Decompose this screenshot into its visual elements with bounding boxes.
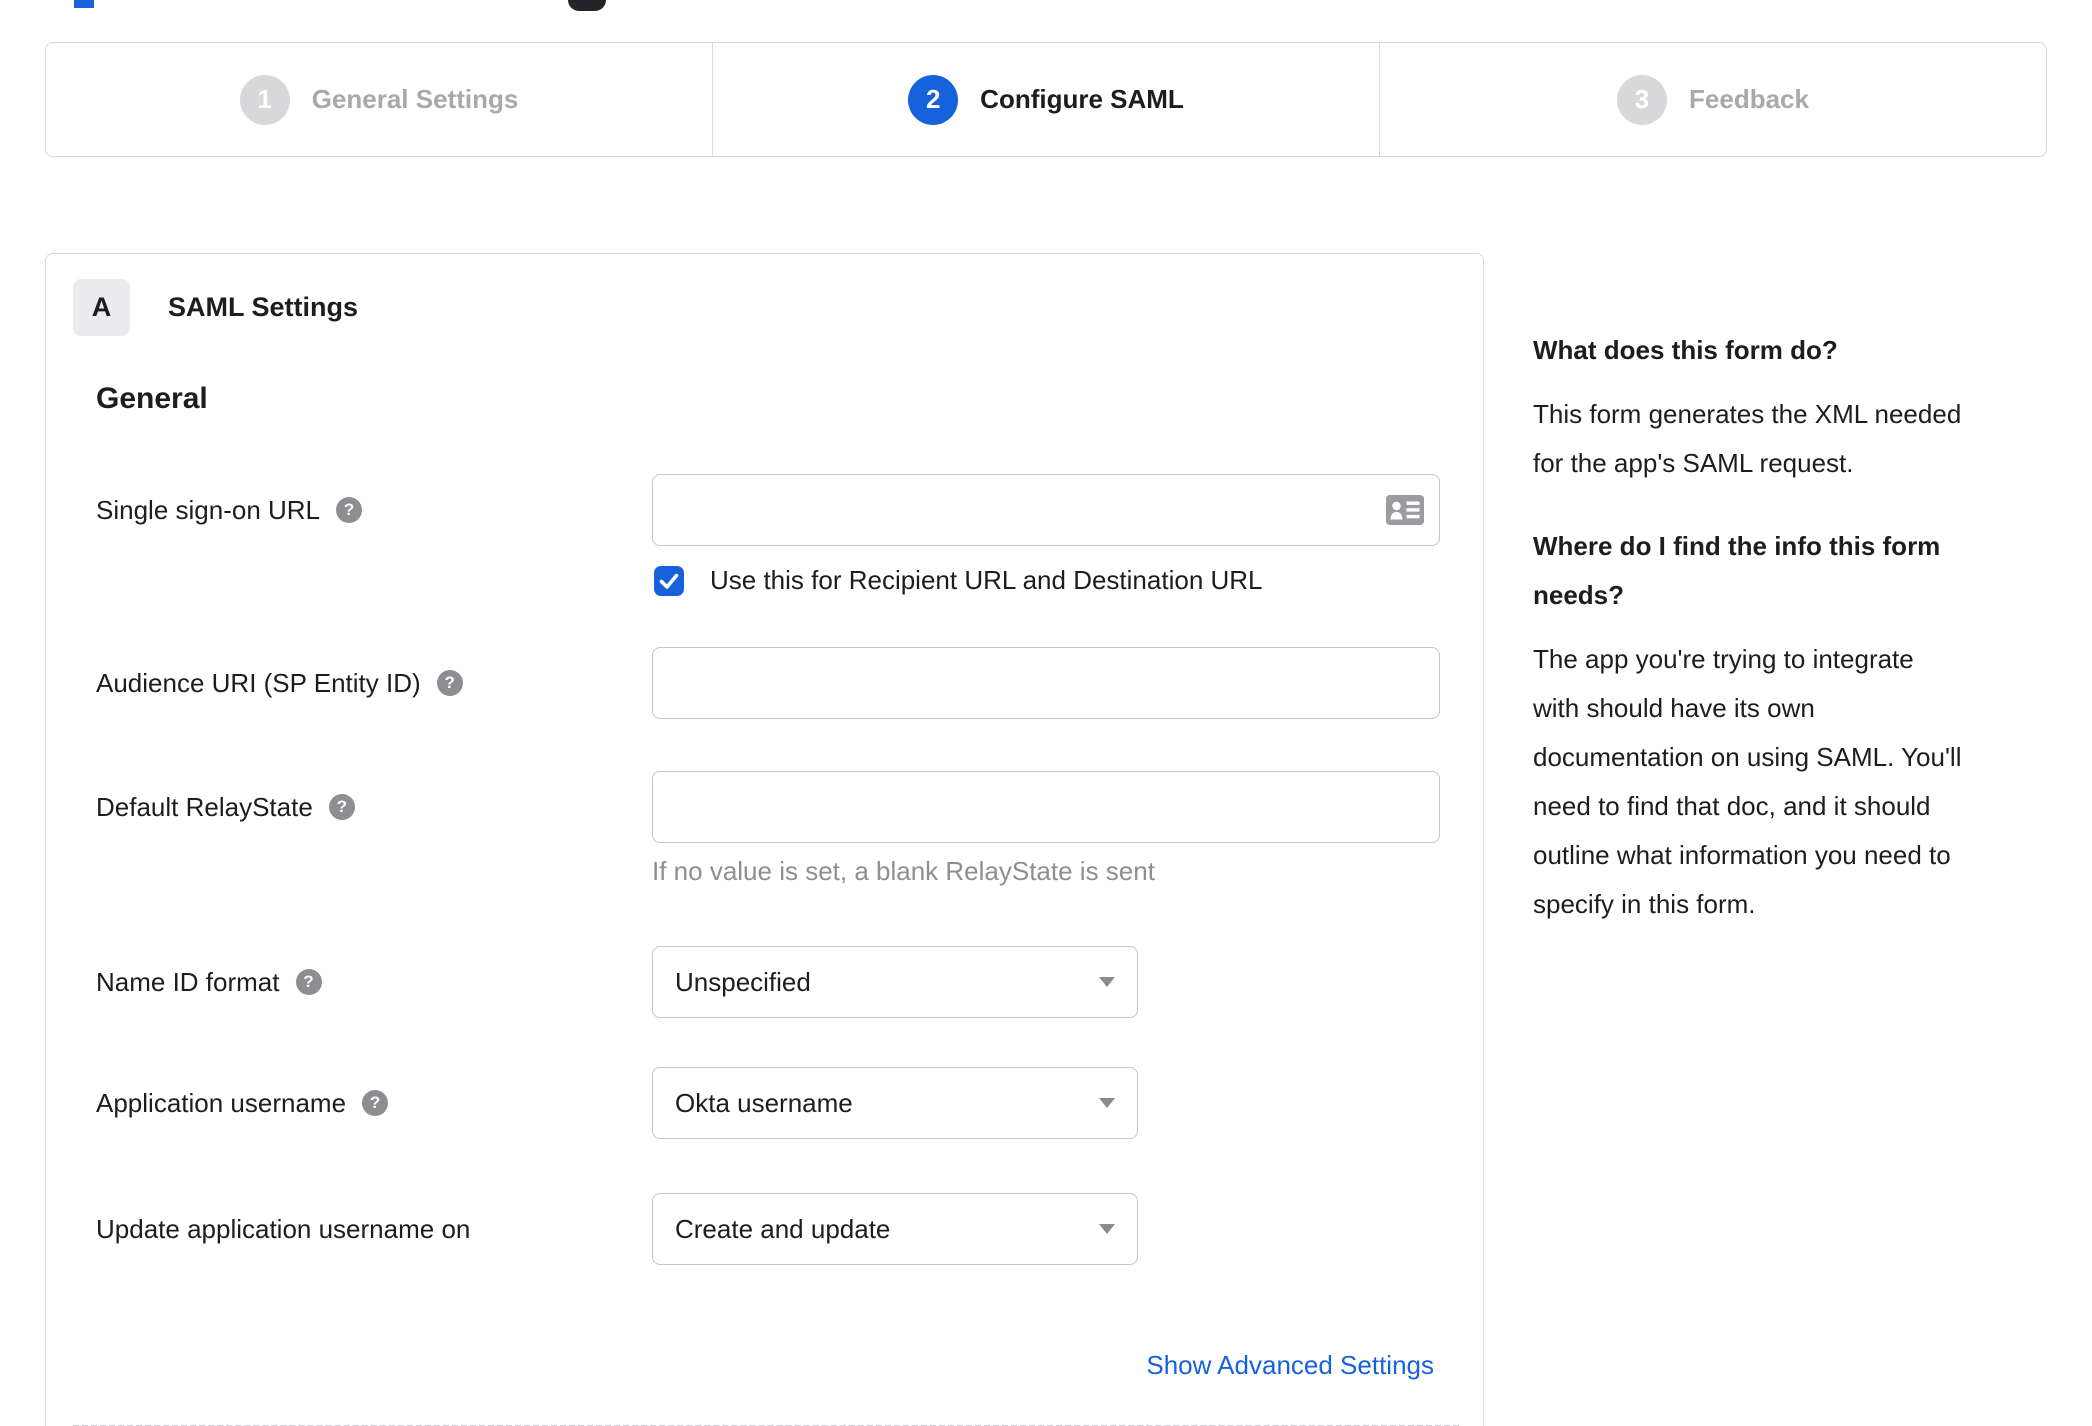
step-1-label: General Settings	[311, 84, 519, 114]
step-3-number-badge: 3	[1617, 74, 1668, 125]
contact-card-icon	[1386, 495, 1424, 525]
saml-setup-page: 1 General Settings 2 Configure SAML 3 Fe…	[0, 0, 2092, 1426]
sso-url-label: Single sign-on URL ?	[96, 474, 363, 546]
clipped-title-fragment-blue	[74, 0, 94, 8]
help-answer-2: The app you're trying to integrate with …	[1533, 644, 1962, 919]
help-question-1: What does this form do?	[1533, 335, 1838, 365]
step-2-number-badge: 2	[908, 74, 959, 125]
app-username-selected-value: Okta username	[675, 1087, 853, 1118]
saml-settings-card: A SAML Settings General Single sign-on U…	[45, 253, 1484, 1426]
sso-recipient-checkbox-row: Use this for Recipient URL and Destinati…	[654, 565, 1263, 596]
help-answer-1: This form generates the XML needed for t…	[1533, 399, 1962, 478]
clipped-title-fragment-dark	[568, 0, 606, 11]
name-id-format-help-icon[interactable]: ?	[295, 969, 322, 995]
name-id-format-label: Name ID format ?	[96, 946, 322, 1018]
wizard-stepper: 1 General Settings 2 Configure SAML 3 Fe…	[45, 42, 2047, 157]
update-username-label-text: Update application username on	[96, 1213, 471, 1244]
app-username-help-icon[interactable]: ?	[362, 1090, 389, 1116]
name-id-format-selected-value: Unspecified	[675, 966, 811, 997]
sso-url-help-icon[interactable]: ?	[336, 497, 363, 523]
app-username-label-text: Application username	[96, 1087, 347, 1118]
show-advanced-settings-link[interactable]: Show Advanced Settings	[1146, 1350, 1434, 1381]
chevron-down-icon	[1099, 977, 1115, 987]
app-username-select[interactable]: Okta username	[652, 1067, 1138, 1139]
audience-uri-help-icon[interactable]: ?	[436, 670, 463, 696]
update-username-label: Update application username on	[96, 1193, 470, 1265]
general-group-heading: General	[96, 382, 208, 415]
chevron-down-icon	[1099, 1098, 1115, 1108]
name-id-format-label-text: Name ID format	[96, 966, 280, 997]
sso-url-label-text: Single sign-on URL	[96, 494, 321, 525]
use-for-recipient-checkbox-label: Use this for Recipient URL and Destinati…	[710, 565, 1263, 595]
relay-state-label: Default RelayState ?	[96, 771, 355, 843]
relay-state-label-text: Default RelayState	[96, 791, 313, 822]
audience-uri-label-text: Audience URI (SP Entity ID)	[96, 667, 421, 698]
step-1-number-badge: 1	[239, 74, 290, 125]
step-general-settings[interactable]: 1 General Settings	[46, 43, 712, 156]
sso-url-input[interactable]	[652, 474, 1440, 546]
name-id-format-select[interactable]: Unspecified	[652, 946, 1138, 1018]
chevron-down-icon	[1099, 1224, 1115, 1234]
help-question-2: Where do I find the info this form needs…	[1533, 531, 1941, 610]
help-panel: What does this form do? This form genera…	[1533, 326, 1963, 963]
update-username-select[interactable]: Create and update	[652, 1193, 1138, 1265]
use-for-recipient-checkbox[interactable]	[654, 565, 684, 596]
audience-uri-label: Audience URI (SP Entity ID) ?	[96, 647, 463, 719]
audience-uri-input[interactable]	[652, 647, 1440, 719]
section-a-badge: A	[73, 279, 130, 336]
step-3-label: Feedback	[1689, 84, 1809, 114]
relay-state-help-icon[interactable]: ?	[328, 794, 355, 820]
update-username-selected-value: Create and update	[675, 1213, 891, 1244]
app-username-label: Application username ?	[96, 1067, 389, 1139]
step-feedback[interactable]: 3 Feedback	[1379, 43, 2046, 156]
relay-state-input[interactable]	[652, 771, 1440, 843]
step-configure-saml[interactable]: 2 Configure SAML	[712, 43, 1379, 156]
section-title: SAML Settings	[168, 292, 359, 322]
relay-state-hint: If no value is set, a blank RelayState i…	[652, 856, 1155, 886]
step-2-label: Configure SAML	[980, 84, 1184, 114]
